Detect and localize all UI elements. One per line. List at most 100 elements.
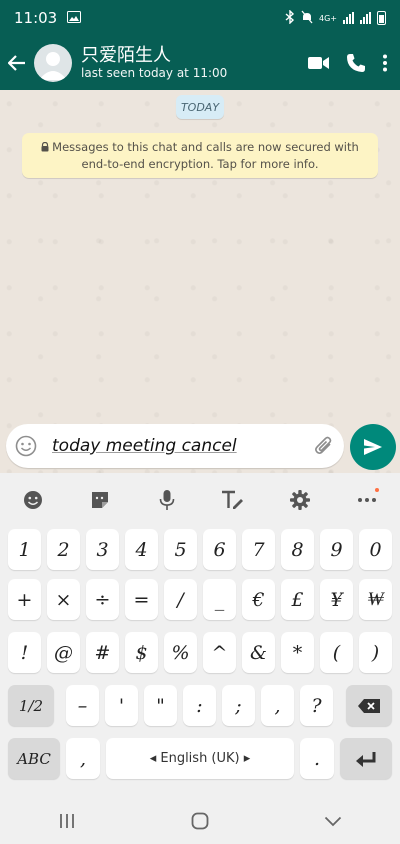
key-sym-row2-2[interactable]: ÷: [86, 579, 119, 620]
keyboard-emoji-button[interactable]: [13, 480, 53, 520]
paperclip-icon: [315, 436, 332, 454]
key-enter[interactable]: [340, 738, 392, 779]
sticker-icon: [91, 492, 108, 508]
key-sym-row2-7[interactable]: £: [281, 579, 314, 620]
last-seen-status: last seen today at 11:00: [81, 66, 228, 80]
home-button[interactable]: [170, 801, 230, 841]
signal-strength-icon: [343, 12, 354, 24]
handwriting-button[interactable]: [213, 480, 253, 520]
contact-name: 只爱陌生人: [81, 45, 171, 66]
text-edit-icon: [222, 490, 244, 509]
key-sym-row3-0[interactable]: !: [8, 632, 41, 673]
key-sym-row4-7[interactable]: ?: [300, 685, 333, 726]
gear-icon: [289, 490, 310, 510]
chat-header: 只爱陌生人 last seen today at 11:00: [0, 36, 400, 90]
keyboard-settings-button[interactable]: [280, 480, 320, 520]
key-sym-row3-5[interactable]: ^: [203, 632, 236, 673]
key-sym-row4-4[interactable]: :: [183, 685, 216, 726]
voice-input-button[interactable]: [147, 480, 187, 520]
more-vertical-icon: [383, 54, 387, 72]
key-sym-row3-1[interactable]: @: [47, 632, 80, 673]
recent-apps-button[interactable]: [37, 801, 97, 841]
key-comma[interactable]: ,: [66, 738, 100, 779]
key-sym-row3-9[interactable]: ): [359, 632, 392, 673]
key-sym-row2-1[interactable]: ×: [47, 579, 80, 620]
key-sym-row3-2[interactable]: #: [86, 632, 119, 673]
key-sym-row2-8[interactable]: ¥: [320, 579, 353, 620]
key-num-row1-1[interactable]: 2: [47, 529, 80, 570]
key-sym-row4-6[interactable]: ,: [261, 685, 294, 726]
back-arrow-icon: [8, 55, 25, 71]
more-horizontal-icon: [357, 498, 376, 502]
key-sym-row4-5[interactable]: ;: [222, 685, 255, 726]
status-bar: 11:03 4G+: [0, 0, 400, 36]
more-options-button[interactable]: [382, 54, 388, 72]
header-actions: [308, 53, 400, 73]
network-type-label: 4G+: [319, 13, 337, 23]
attach-button[interactable]: [304, 424, 344, 468]
status-time: 11:03: [14, 9, 58, 27]
phone-icon: [347, 54, 365, 72]
key-sym-row3-4[interactable]: %: [164, 632, 197, 673]
key-sym-row2-4[interactable]: /: [164, 579, 197, 620]
key-abc[interactable]: ABC: [8, 738, 60, 779]
mute-icon: [301, 10, 313, 27]
keyboard: 1 2 3 4 5 6 7 8 9 0 + × ÷ = / _ € £ ¥ ₩! @ # $% ^ & *() – ' ":;,? 1/…: [0, 473, 400, 844]
default-avatar-icon: [39, 52, 67, 80]
key-sym-row3-6[interactable]: &: [242, 632, 275, 673]
key-sym-row4-3[interactable]: ": [144, 685, 177, 726]
key-num-row1-6[interactable]: 7: [242, 529, 275, 570]
key-num-row1-8[interactable]: 9: [320, 529, 353, 570]
key-sym-row4-2[interactable]: ': [105, 685, 138, 726]
key-num-row1-7[interactable]: 8: [281, 529, 314, 570]
message-input-pill[interactable]: today meeting cancel: [6, 424, 344, 468]
key-num-row1-5[interactable]: 6: [203, 529, 236, 570]
battery-icon: [377, 11, 386, 25]
smiley-icon: [15, 435, 37, 457]
compose-bar: today meeting cancel: [0, 420, 400, 472]
key-num-row1-2[interactable]: 3: [86, 529, 119, 570]
key-sym-row2-5[interactable]: _: [203, 579, 236, 620]
contact-info[interactable]: 只爱陌生人 last seen today at 11:00: [81, 45, 308, 81]
keyboard-more-button[interactable]: [347, 480, 387, 520]
emoji-button[interactable]: [6, 424, 46, 468]
bluetooth-icon: [285, 8, 295, 27]
key-sym-row3-7[interactable]: *: [281, 632, 314, 673]
back-button[interactable]: [0, 36, 34, 90]
contact-avatar[interactable]: [34, 44, 72, 82]
key-backspace[interactable]: [346, 685, 392, 726]
key-sym-row2-6[interactable]: €: [242, 579, 275, 620]
encryption-notice-text: Messages to this chat and calls are now …: [52, 140, 359, 171]
backspace-icon: [358, 698, 380, 713]
key-sym-row2-9[interactable]: ₩: [359, 579, 392, 620]
voice-call-button[interactable]: [346, 53, 366, 73]
keyboard-toolbar: [0, 473, 400, 527]
video-call-button[interactable]: [308, 56, 330, 70]
back-nav-button[interactable]: [303, 801, 363, 841]
key-sym-row3-8[interactable]: (: [320, 632, 353, 673]
status-left: 11:03: [14, 9, 82, 27]
key-symbols-page[interactable]: 1/2: [8, 685, 54, 726]
key-period[interactable]: .: [300, 738, 334, 779]
encryption-notice[interactable]: Messages to this chat and calls are now …: [22, 133, 378, 178]
notification-dot: [374, 488, 379, 492]
enter-icon: [356, 751, 376, 767]
chat-area[interactable]: TODAY Messages to this chat and calls ar…: [0, 90, 400, 473]
send-button[interactable]: [350, 424, 396, 470]
key-num-row1-3[interactable]: 4: [125, 529, 158, 570]
key-num-row1-4[interactable]: 5: [164, 529, 197, 570]
sticker-button[interactable]: [80, 480, 120, 520]
key-num-row1-0[interactable]: 1: [8, 529, 41, 570]
key-sym-row2-0[interactable]: +: [8, 579, 41, 620]
key-sym-row2-3[interactable]: =: [125, 579, 158, 620]
date-chip: TODAY: [176, 95, 224, 119]
key-sym-row3-3[interactable]: $: [125, 632, 158, 673]
message-input[interactable]: today meeting cancel: [46, 436, 304, 456]
key-space[interactable]: ◂ English (UK) ▸: [106, 738, 294, 779]
lock-icon: [41, 140, 49, 156]
key-sym-row4-1[interactable]: –: [66, 685, 99, 726]
status-right: 4G+: [285, 8, 386, 27]
microphone-icon: [159, 490, 174, 510]
send-icon: [364, 439, 382, 455]
key-num-row1-9[interactable]: 0: [359, 529, 392, 570]
